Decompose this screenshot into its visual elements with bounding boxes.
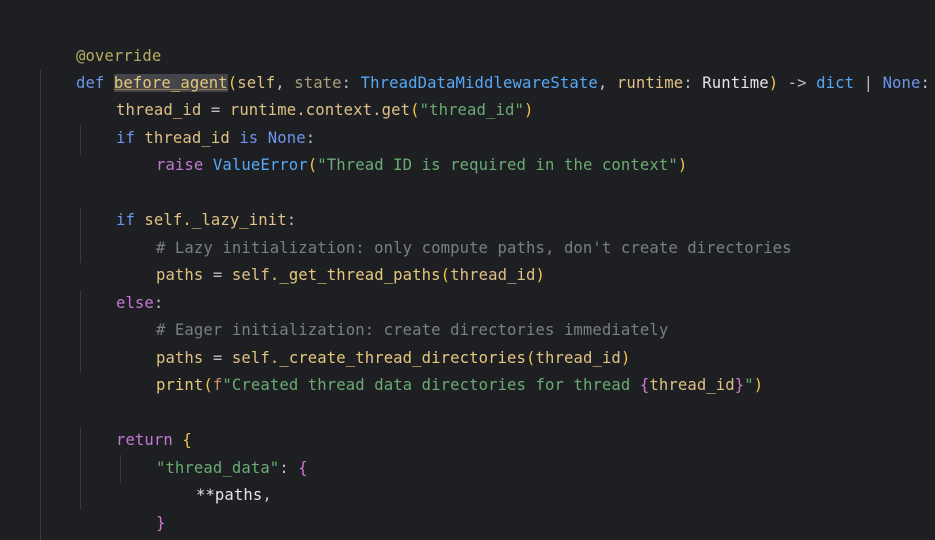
code-line[interactable]: @override: [38, 16, 161, 65]
paren: (: [203, 376, 213, 395]
code-line[interactable]: "thread_data": {: [118, 428, 308, 477]
type-runtime: Runtime: [702, 74, 769, 93]
code-line[interactable]: paths = self._get_thread_paths(thread_id…: [118, 235, 545, 284]
comma: ,: [597, 74, 617, 93]
code-line[interactable]: paths = self._create_thread_directories(…: [118, 318, 630, 367]
code-line[interactable]: # Eager initialization: create directori…: [118, 290, 668, 339]
colon: :: [279, 459, 299, 478]
arg-thread-id: thread_id: [450, 266, 536, 285]
paren: ): [677, 156, 688, 175]
code-editor[interactable]: @override def before_agent(self, state: …: [0, 0, 935, 540]
code-line[interactable]: if self._lazy_init:: [78, 180, 296, 229]
brace: {: [639, 376, 650, 395]
spread-paths: **paths: [195, 486, 263, 505]
paren: ): [523, 101, 534, 120]
code-line[interactable]: def before_agent(self, state: ThreadData…: [38, 43, 930, 93]
pipe: |: [854, 74, 883, 93]
brace: {: [298, 459, 308, 478]
code-line[interactable]: }: [118, 483, 165, 532]
string-literal: "thread_id": [419, 101, 524, 120]
fstring-prefix: f: [212, 376, 223, 395]
paren: ): [768, 74, 779, 93]
brace: }: [155, 514, 166, 533]
keyword-raise: raise: [155, 156, 204, 175]
brace: }: [734, 376, 745, 395]
code-line[interactable]: if thread_id is None:: [78, 98, 315, 147]
param-runtime: runtime: [616, 74, 684, 93]
code-line[interactable]: print(f"Created thread data directories …: [118, 345, 763, 394]
paren: (: [307, 156, 318, 175]
colon: :: [920, 74, 931, 93]
arg-thread-id: thread_id: [649, 376, 735, 395]
indent-guide: [40, 70, 41, 540]
paren: ): [753, 376, 764, 395]
code-line[interactable]: }: [78, 510, 125, 537]
return-type-none: None: [882, 74, 921, 93]
paren: ): [535, 266, 546, 285]
code-line[interactable]: else:: [78, 263, 163, 312]
self-ref: self.: [231, 266, 280, 285]
arrow: ->: [778, 74, 817, 93]
print-call: print: [155, 376, 204, 395]
method-call: _get_thread_paths: [279, 266, 441, 285]
string-literal: "Thread ID is required in the context": [317, 156, 678, 175]
colon: :: [683, 74, 703, 93]
code-line[interactable]: thread_id = runtime.context.get("thread_…: [78, 70, 533, 119]
code-line[interactable]: return {: [78, 400, 192, 449]
code-line[interactable]: raise ValueError("Thread ID is required …: [118, 125, 687, 174]
exception-class: ValueError: [203, 156, 308, 175]
comma: ,: [262, 486, 272, 505]
paren: (: [410, 101, 420, 120]
code-line[interactable]: # Lazy initialization: only compute path…: [118, 208, 792, 257]
paren: (: [440, 266, 451, 285]
string-literal: "Created thread data directories for thr…: [222, 376, 640, 395]
equals: =: [203, 266, 232, 285]
code-line[interactable]: **paths,: [158, 455, 272, 504]
string-literal: ": [744, 376, 754, 395]
return-type-dict: dict: [816, 74, 855, 93]
